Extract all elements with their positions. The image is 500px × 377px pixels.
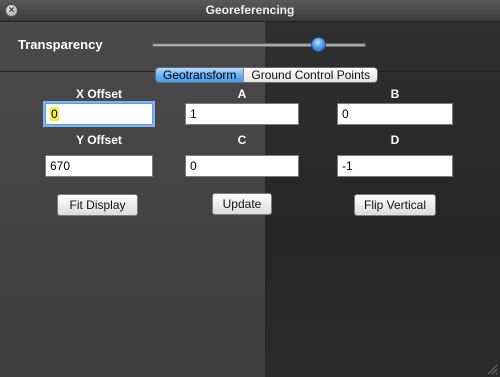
tab-bar: Geotransform Ground Control Points [155, 67, 379, 83]
update-button[interactable]: Update [212, 193, 272, 215]
x-offset-label: X Offset [75, 87, 122, 101]
d-label: D [390, 133, 400, 147]
transparency-slider-knob[interactable] [311, 37, 326, 52]
fit-display-button[interactable]: Fit Display [57, 194, 138, 216]
window-title: Georeferencing [205, 3, 295, 17]
georeferencing-window: × Georeferencing Transparency Geotransfo… [0, 0, 500, 377]
transparency-slider-track[interactable] [152, 43, 366, 47]
x-offset-field[interactable]: 0 [45, 103, 153, 125]
title-bar[interactable]: × Georeferencing [0, 0, 500, 22]
c-field[interactable]: 0 [185, 155, 299, 177]
y-offset-field[interactable]: 670 [45, 155, 153, 177]
x-offset-value: 0 [50, 107, 59, 121]
y-offset-label: Y Offset [76, 133, 122, 147]
transparency-label: Transparency [18, 37, 103, 52]
tab-ground-control-points[interactable]: Ground Control Points [243, 68, 378, 82]
d-field[interactable]: -1 [337, 155, 453, 177]
flip-vertical-button[interactable]: Flip Vertical [354, 194, 436, 216]
c-label: C [237, 133, 247, 147]
a-label: A [237, 87, 247, 101]
b-label: B [390, 87, 400, 101]
b-field[interactable]: 0 [337, 103, 453, 125]
a-field[interactable]: 1 [185, 103, 299, 125]
resize-grip-icon[interactable] [486, 363, 498, 375]
tab-geotransform[interactable]: Geotransform [156, 68, 244, 82]
